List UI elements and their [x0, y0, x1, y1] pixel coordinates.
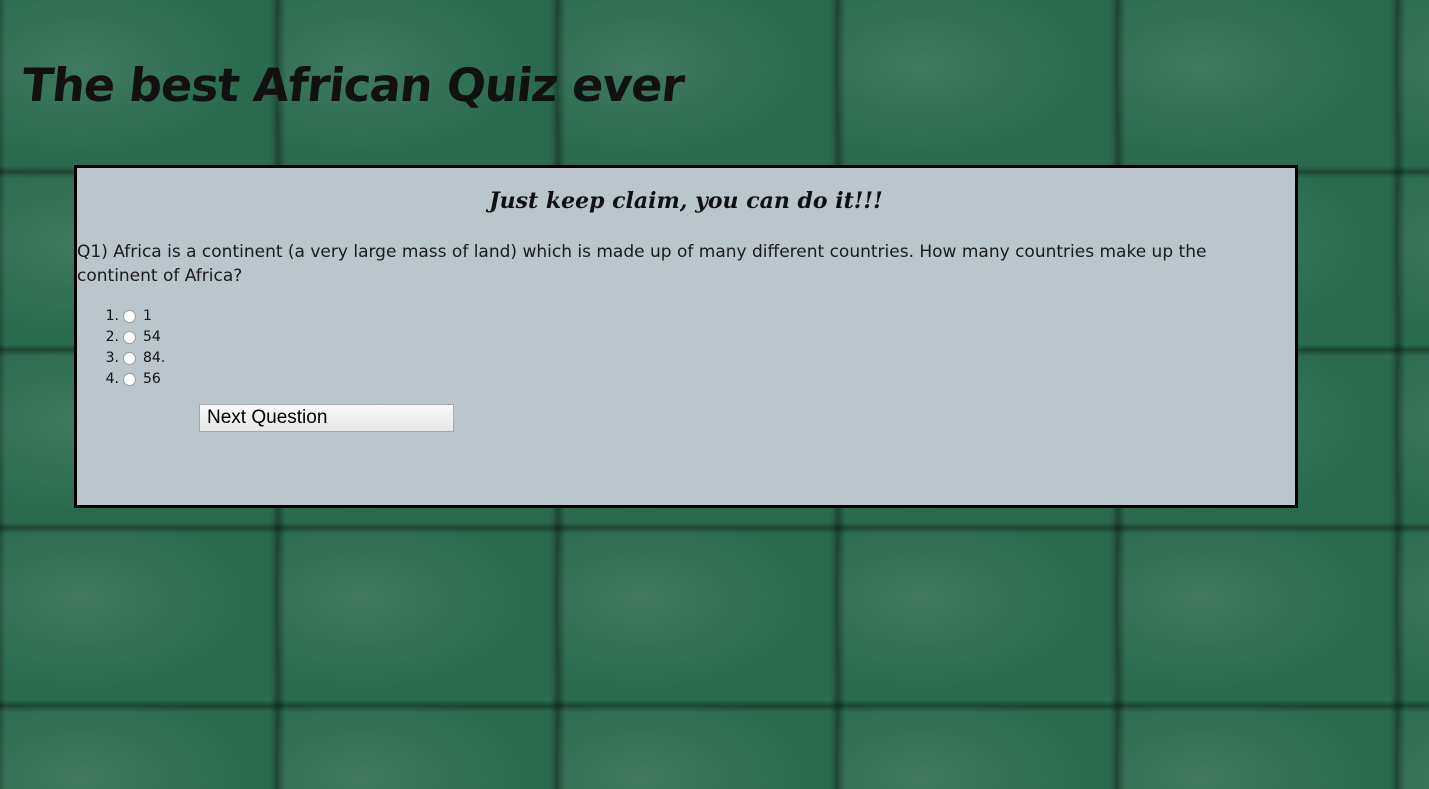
option-number: 2. — [105, 328, 119, 345]
page-title: The best African Quiz ever — [19, 58, 687, 112]
answer-option-1[interactable]: 1. 1 — [103, 305, 165, 326]
radio-button[interactable] — [123, 352, 136, 365]
option-number: 4. — [105, 370, 119, 387]
option-label: 84. — [143, 349, 166, 366]
quiz-panel: Just keep claim, you can do it!!! Q1) Af… — [74, 165, 1298, 508]
option-label: 1 — [143, 307, 152, 324]
answer-option-3[interactable]: 3. 84. — [103, 347, 166, 368]
next-question-button[interactable]: Next Question — [199, 404, 454, 432]
option-number: 1. — [105, 307, 119, 324]
panel-heading: Just keep claim, you can do it!!! — [489, 188, 883, 214]
question-text: Q1) Africa is a continent (a very large … — [77, 242, 1207, 286]
radio-button[interactable] — [123, 373, 136, 386]
radio-button[interactable] — [123, 331, 136, 344]
answer-option-2[interactable]: 2. 54 — [103, 326, 165, 347]
answer-options: 1. 1 2. 54 3. 84. 4. 56 — [103, 305, 166, 389]
option-label: 54 — [143, 328, 161, 345]
option-number: 3. — [105, 349, 119, 366]
radio-button[interactable] — [123, 310, 136, 323]
option-label: 56 — [143, 370, 161, 387]
answer-option-4[interactable]: 4. 56 — [103, 368, 165, 389]
